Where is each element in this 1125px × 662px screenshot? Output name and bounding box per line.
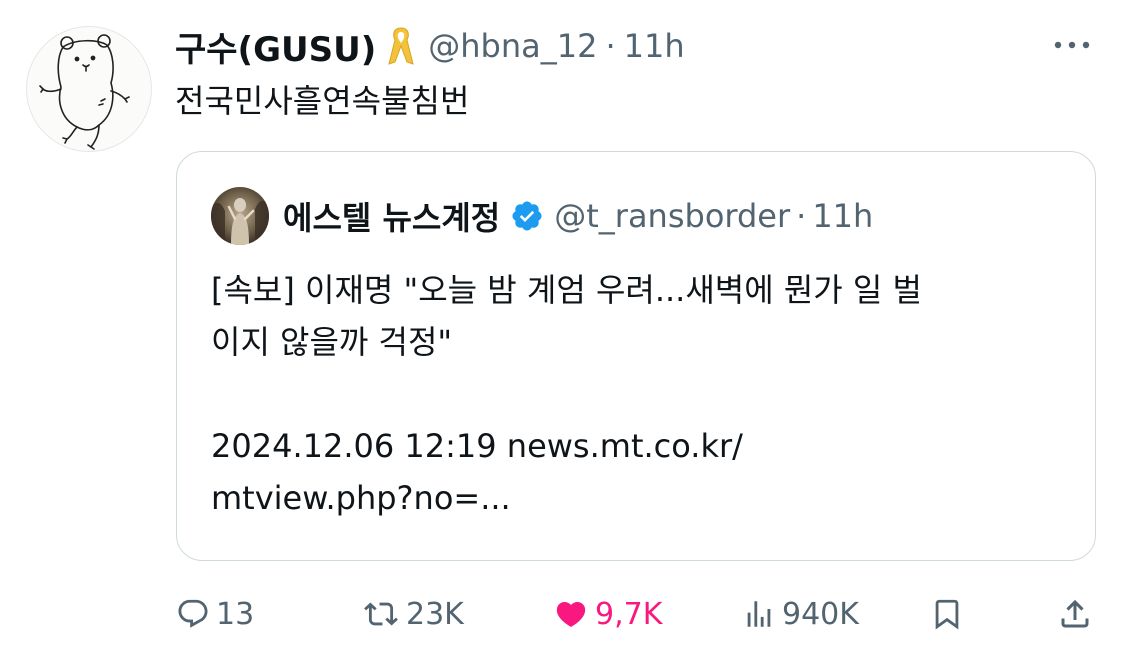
bear-sketch-image — [39, 34, 130, 150]
tweet-timestamp[interactable]: 11h — [624, 27, 685, 65]
quoted-tweet-card[interactable]: 에스텔 뉴스계정 @t_ransborder · 11h [속보] 이재명 "오… — [176, 151, 1096, 561]
verified-badge-icon — [512, 201, 542, 231]
quoted-text-line: mtview.php?no=... — [211, 479, 511, 517]
share-icon — [1061, 599, 1089, 628]
bookmark-button[interactable] — [930, 586, 964, 642]
tweet: 구수(GUSU) @hbna_12 · 11h 전국민사흘연속불침번 에스텔 뉴… — [0, 0, 1125, 662]
tweet-action-bar: 13 23K 9,7K 940K — [0, 586, 1125, 642]
bookmark-icon — [935, 599, 959, 630]
retweet-count: 23K — [406, 596, 464, 632]
separator-dot: · — [605, 27, 616, 65]
author-handle[interactable]: @hbna_12 — [428, 27, 597, 65]
retweet-icon — [364, 602, 398, 626]
more-icon — [1054, 41, 1090, 49]
quoted-author-handle[interactable]: @t_ransborder — [554, 197, 790, 235]
author-display-name[interactable]: 구수(GUSU) — [175, 22, 376, 71]
like-button[interactable]: 9,7K — [553, 586, 662, 642]
statue-photo-image — [211, 187, 269, 245]
reply-count: 13 — [216, 596, 255, 632]
tweet-text: 전국민사흘연속불침번 — [175, 82, 470, 120]
quoted-tweet-timestamp[interactable]: 11h — [812, 197, 873, 235]
reply-icon — [178, 599, 208, 628]
yellow-ribbon-icon — [386, 24, 416, 68]
quoted-text-line: [속보] 이재명 "오늘 밤 계엄 우려...새벽에 뭔가 일 벌 — [211, 271, 922, 309]
quoted-text-line: 이지 않을까 걱정" — [211, 323, 453, 361]
tweet-header: 구수(GUSU) @hbna_12 · 11h — [175, 22, 685, 70]
quoted-text-blank-line — [211, 368, 1071, 420]
reply-button[interactable]: 13 — [176, 586, 254, 642]
quoted-tweet-header: 에스텔 뉴스계정 @t_ransborder · 11h — [211, 186, 873, 246]
views-button[interactable]: 940K — [742, 586, 859, 642]
more-options-button[interactable] — [1050, 30, 1094, 60]
views-count: 940K — [782, 596, 859, 632]
like-count: 9,7K — [595, 596, 663, 632]
share-button[interactable] — [1057, 586, 1093, 642]
quoted-text-line: 2024.12.06 12:19 news.mt.co.kr/ — [211, 427, 743, 465]
quoted-author-avatar[interactable] — [211, 187, 269, 245]
quoted-tweet-text: [속보] 이재명 "오늘 밤 계엄 우려...새벽에 뭔가 일 벌 이지 않을까… — [211, 264, 1071, 524]
author-avatar[interactable] — [26, 26, 152, 152]
separator-dot: · — [796, 197, 807, 235]
views-icon — [747, 601, 771, 627]
heart-icon — [556, 601, 586, 627]
retweet-button[interactable]: 23K — [362, 586, 464, 642]
quoted-author-display-name[interactable]: 에스텔 뉴스계정 — [283, 193, 500, 239]
